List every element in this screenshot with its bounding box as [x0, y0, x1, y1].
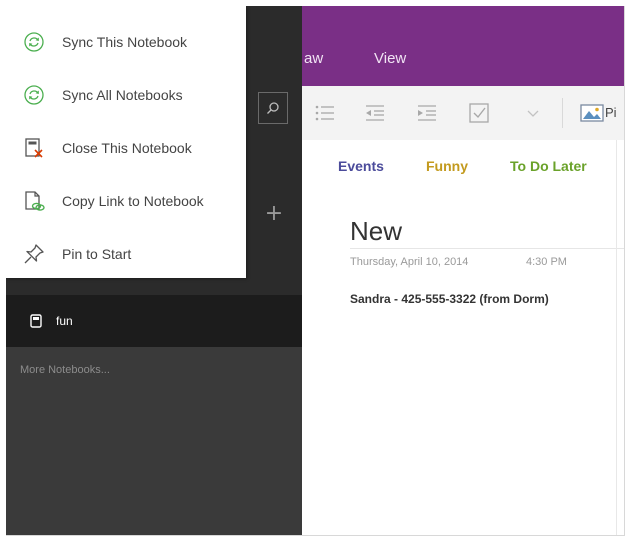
- sync-icon: [22, 83, 46, 107]
- section-tab-to-do-later[interactable]: To Do Later: [510, 158, 587, 174]
- section-tab-events[interactable]: Events: [338, 158, 384, 174]
- menu-item-sync-this-notebook[interactable]: Sync This Notebook: [6, 16, 246, 68]
- onenote-window: + fun More Notebooks... aw View Pi Event…: [6, 6, 625, 536]
- notebook-context-menu: Sync This Notebook Sync All Notebooks Cl…: [6, 6, 246, 278]
- increase-indent-icon[interactable]: [416, 102, 438, 124]
- search-button[interactable]: [258, 92, 288, 124]
- checkbox-icon[interactable]: [468, 102, 490, 124]
- menu-item-pin-to-start[interactable]: Pin to Start: [6, 228, 246, 280]
- menu-item-close-this-notebook[interactable]: Close This Notebook: [6, 122, 246, 174]
- bullet-list-icon[interactable]: [314, 102, 336, 124]
- menu-item-label: Sync This Notebook: [62, 34, 188, 50]
- tab-view[interactable]: View: [374, 50, 406, 67]
- ribbon-tab-bar: aw View: [302, 6, 624, 86]
- menu-item-copy-link-to-notebook[interactable]: Copy Link to Notebook: [6, 175, 246, 227]
- menu-item-sync-all-notebooks[interactable]: Sync All Notebooks: [6, 69, 246, 121]
- page-edge: [616, 140, 617, 535]
- toolbar-divider: [562, 98, 563, 128]
- tab-draw[interactable]: aw: [304, 50, 323, 67]
- menu-item-label: Copy Link to Notebook: [62, 193, 204, 209]
- dropdown-chevron-icon[interactable]: [522, 102, 544, 124]
- close-notebook-icon: [22, 136, 46, 160]
- menu-item-label: Sync All Notebooks: [62, 87, 183, 103]
- section-tabs: Events Funny To Do Later: [302, 140, 624, 197]
- notebook-label: fun: [56, 314, 73, 328]
- page-date: Thursday, April 10, 2014: [350, 256, 469, 268]
- section-tab-funny[interactable]: Funny: [426, 158, 468, 174]
- menu-item-label: Pin to Start: [62, 246, 132, 262]
- sync-icon: [22, 30, 46, 54]
- picture-label[interactable]: Pi: [605, 105, 617, 120]
- ribbon-toolbar: Pi: [302, 86, 624, 141]
- notebook-item-fun[interactable]: fun: [6, 295, 302, 347]
- menu-item-label: Close This Notebook: [62, 140, 192, 156]
- page-time: 4:30 PM: [526, 256, 567, 268]
- search-icon: [267, 102, 279, 114]
- decrease-indent-icon[interactable]: [364, 102, 386, 124]
- add-notebook-button[interactable]: +: [262, 202, 286, 226]
- page-title[interactable]: New: [350, 216, 402, 247]
- copy-link-icon: [22, 189, 46, 213]
- pin-icon: [22, 242, 46, 266]
- picture-icon[interactable]: [580, 102, 604, 124]
- notebook-icon: [30, 314, 42, 328]
- note-page[interactable]: New Thursday, April 10, 2014 4:30 PM San…: [302, 196, 624, 535]
- title-divider: [350, 248, 624, 249]
- note-text[interactable]: Sandra - 425-555-3322 (from Dorm): [350, 292, 549, 306]
- more-notebooks-link[interactable]: More Notebooks...: [20, 364, 110, 376]
